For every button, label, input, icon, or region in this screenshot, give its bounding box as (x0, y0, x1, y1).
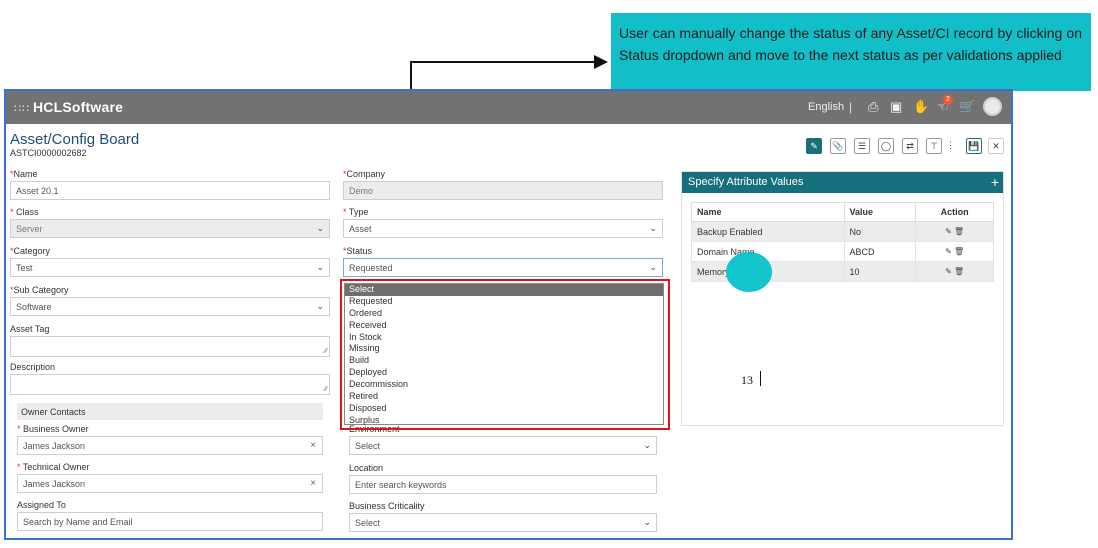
more-icon[interactable]: ⋮ (946, 138, 955, 154)
divider: | (849, 100, 853, 114)
attachment-icon[interactable]: 📎 (830, 138, 846, 154)
page-number: 13 (741, 373, 753, 387)
column-header: Name (691, 202, 845, 222)
edit-icon[interactable]: ✎ (806, 138, 822, 154)
attribute-value: No (843, 221, 917, 242)
annotation-callout: User can manually change the status of a… (611, 13, 1091, 91)
asset-tag-label: Asset Tag (10, 324, 50, 334)
attribute-panel-title: Specify Attribute Values (688, 176, 804, 188)
page-title: Asset/Config Board (10, 131, 140, 148)
note-icon[interactable]: ☰ (854, 138, 870, 154)
chevron-down-icon: ⌄ (643, 440, 651, 450)
save-icon[interactable]: 💾 (966, 138, 982, 154)
chevron-down-icon: ⌄ (643, 517, 651, 527)
cart-icon[interactable]: 🛒 (959, 99, 975, 115)
add-icon[interactable]: + (991, 174, 999, 190)
type-label: * Type (343, 207, 369, 217)
chevron-down-icon: ⌄ (316, 262, 324, 272)
assigned-to-input[interactable]: Search by Name and Email (17, 512, 323, 531)
business-owner-input[interactable]: James Jackson × (17, 436, 323, 455)
text-caret (760, 371, 761, 386)
column-header: Value (843, 202, 917, 222)
row-actions: ✎ 🗑 (915, 241, 994, 262)
attribute-name: Domain Name (691, 241, 845, 262)
language-selector[interactable]: English (808, 101, 844, 113)
table-row: Backup Enabled No ✎ 🗑 (691, 221, 994, 242)
close-icon[interactable]: ✕ (988, 138, 1004, 154)
brand-logo: HCLSoftware (33, 99, 124, 115)
attribute-name: Backup Enabled (691, 221, 845, 242)
environment-select[interactable]: Select ⌄ (349, 436, 657, 455)
document-icon[interactable]: ⎙ (868, 99, 878, 115)
chevron-down-icon: ⌄ (649, 223, 657, 233)
user-avatar-icon[interactable] (983, 97, 1002, 116)
name-input[interactable]: Asset 20.1 (10, 181, 330, 200)
description-label: Description (10, 362, 56, 372)
hand-icon[interactable]: ✋ (913, 99, 929, 115)
edit-icon[interactable]: ✎ (945, 267, 952, 276)
edit-icon[interactable]: ✎ (945, 247, 952, 256)
business-owner-label: * Business Owner (17, 424, 89, 434)
type-select[interactable]: Asset ⌄ (343, 219, 663, 238)
highlight-box (340, 279, 670, 430)
attribute-panel-header: Specify Attribute Values + (682, 172, 1003, 193)
approval-icon[interactable]: ▣ (890, 99, 902, 115)
attribute-value: 10 (843, 261, 917, 282)
asset-tag-input[interactable]: ∕∕ (10, 336, 330, 357)
app-window: ∷∷ HCLSoftware English | ⎙ ▣ ✋ ☜ 2 🛒 Ass… (4, 89, 1013, 540)
delete-icon[interactable]: 🗑 (954, 247, 964, 256)
row-actions: ✎ 🗑 (915, 221, 994, 242)
description-textarea[interactable]: ∕∕ (10, 374, 330, 395)
row-actions: ✎ 🗑 (915, 261, 994, 282)
grid-icon[interactable]: ∷∷ (14, 102, 30, 115)
attribute-value: ABCD (843, 241, 917, 262)
class-select[interactable]: Server ⌄ (10, 219, 330, 238)
status-select[interactable]: Requested ⌄ (343, 258, 663, 277)
subcategory-select[interactable]: Software ⌄ (10, 297, 330, 316)
clear-icon[interactable]: × (310, 440, 316, 451)
status-label: *Status (343, 246, 373, 256)
callout-arrow-head (594, 55, 608, 69)
criticality-select[interactable]: Select ⌄ (349, 513, 657, 532)
top-navigation-bar: ∷∷ HCLSoftware English | ⎙ ▣ ✋ ☜ 2 🛒 (6, 91, 1011, 124)
edit-icon[interactable]: ✎ (945, 227, 952, 236)
category-label: *Category (10, 246, 51, 256)
resize-handle-icon[interactable]: ∕∕ (325, 386, 327, 393)
location-input[interactable]: Enter search keywords (349, 475, 657, 494)
delete-icon[interactable]: 🗑 (954, 267, 964, 276)
subcategory-label: *Sub Category (10, 285, 69, 295)
chevron-down-icon: ⌄ (316, 223, 324, 233)
owner-contacts-header: Owner Contacts (17, 403, 323, 420)
company-input: Demo (343, 181, 663, 200)
chevron-down-icon: ⌄ (316, 301, 324, 311)
assigned-to-label: Assigned To (17, 500, 66, 510)
location-label: Location (349, 463, 384, 473)
company-label: *Company (343, 169, 386, 179)
technical-owner-label: * Technical Owner (17, 462, 90, 472)
relationship-icon[interactable]: ⇄ (902, 138, 918, 154)
technical-owner-input[interactable]: James Jackson × (17, 474, 323, 493)
resize-handle-icon[interactable]: ∕∕ (325, 348, 327, 355)
notification-badge: 2 (943, 95, 953, 105)
tag-icon[interactable]: ◯ (878, 138, 894, 154)
column-header: Action (915, 202, 994, 222)
chevron-down-icon: ⌄ (649, 262, 657, 272)
criticality-label: Business Criticality (349, 501, 425, 511)
class-label: * Class (10, 207, 39, 217)
hierarchy-icon[interactable]: ⊤ (926, 138, 942, 154)
clear-icon[interactable]: × (310, 478, 316, 489)
record-id: ASTCI0000002682 (10, 148, 87, 158)
cursor-highlight (726, 252, 772, 292)
callout-arrow-line (410, 61, 596, 63)
name-label: *Name (10, 169, 38, 179)
delete-icon[interactable]: 🗑 (954, 227, 964, 236)
attribute-panel: Specify Attribute Values + Name Value Ac… (681, 171, 1004, 426)
category-select[interactable]: Test ⌄ (10, 258, 330, 277)
